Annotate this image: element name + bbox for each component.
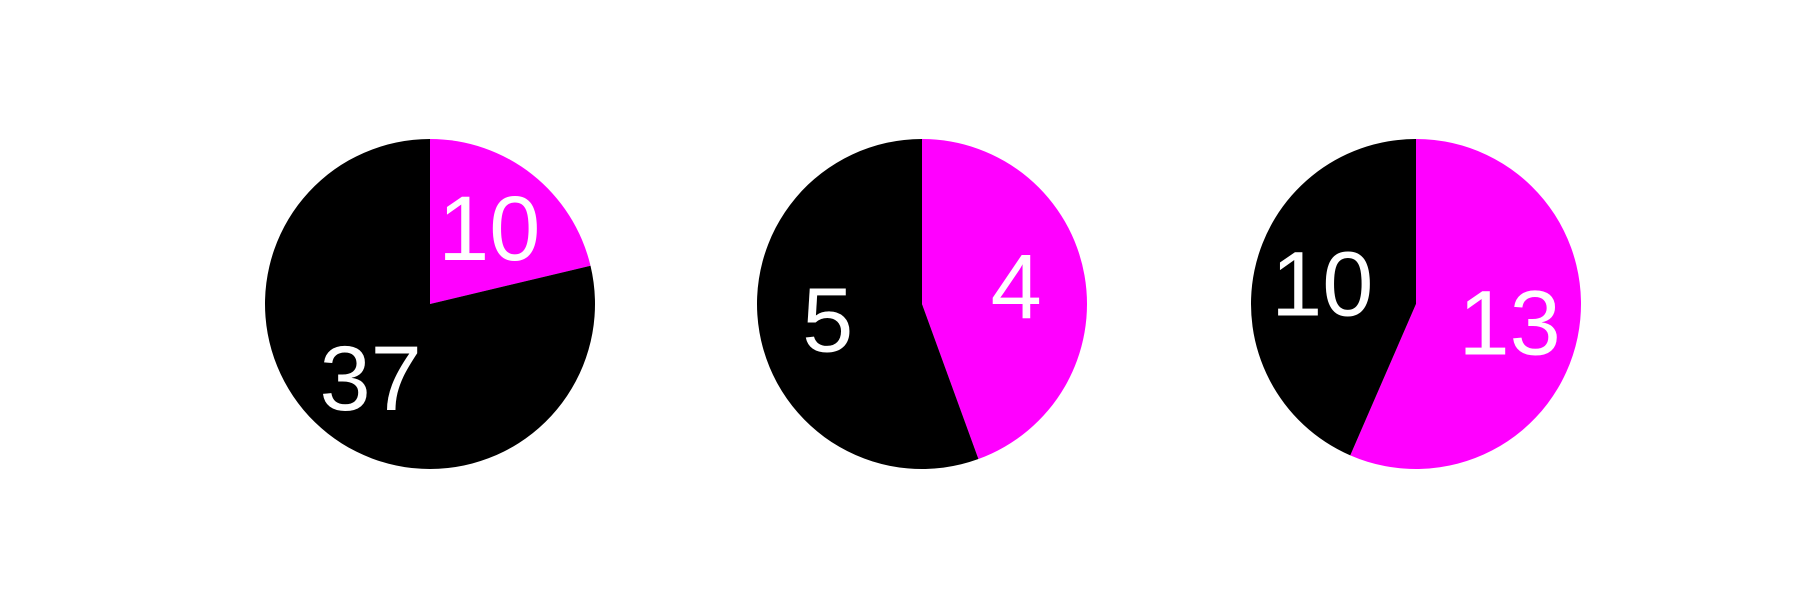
pie-3-slice-1-label: 13 [1459, 272, 1561, 374]
pie-2-slice-1-label: 4 [991, 236, 1042, 338]
pie-chart-2: 45 [757, 139, 1088, 469]
pie-1-slice-1-label: 10 [438, 178, 540, 280]
pie-2-slice-2-label: 5 [802, 270, 853, 372]
pie-charts-svg: 103745 1310 [264, 139, 1581, 469]
pie-chart-1: 1037 [264, 139, 595, 469]
pie-charts-figure: 10 37 4 5 13 10 [0, 0, 1800, 600]
pie-3-slice-2-label: 10 [1271, 234, 1373, 336]
pie-chart-3: 13 10 [1250, 139, 1581, 469]
pie-1-slice-2-label: 37 [320, 328, 422, 430]
